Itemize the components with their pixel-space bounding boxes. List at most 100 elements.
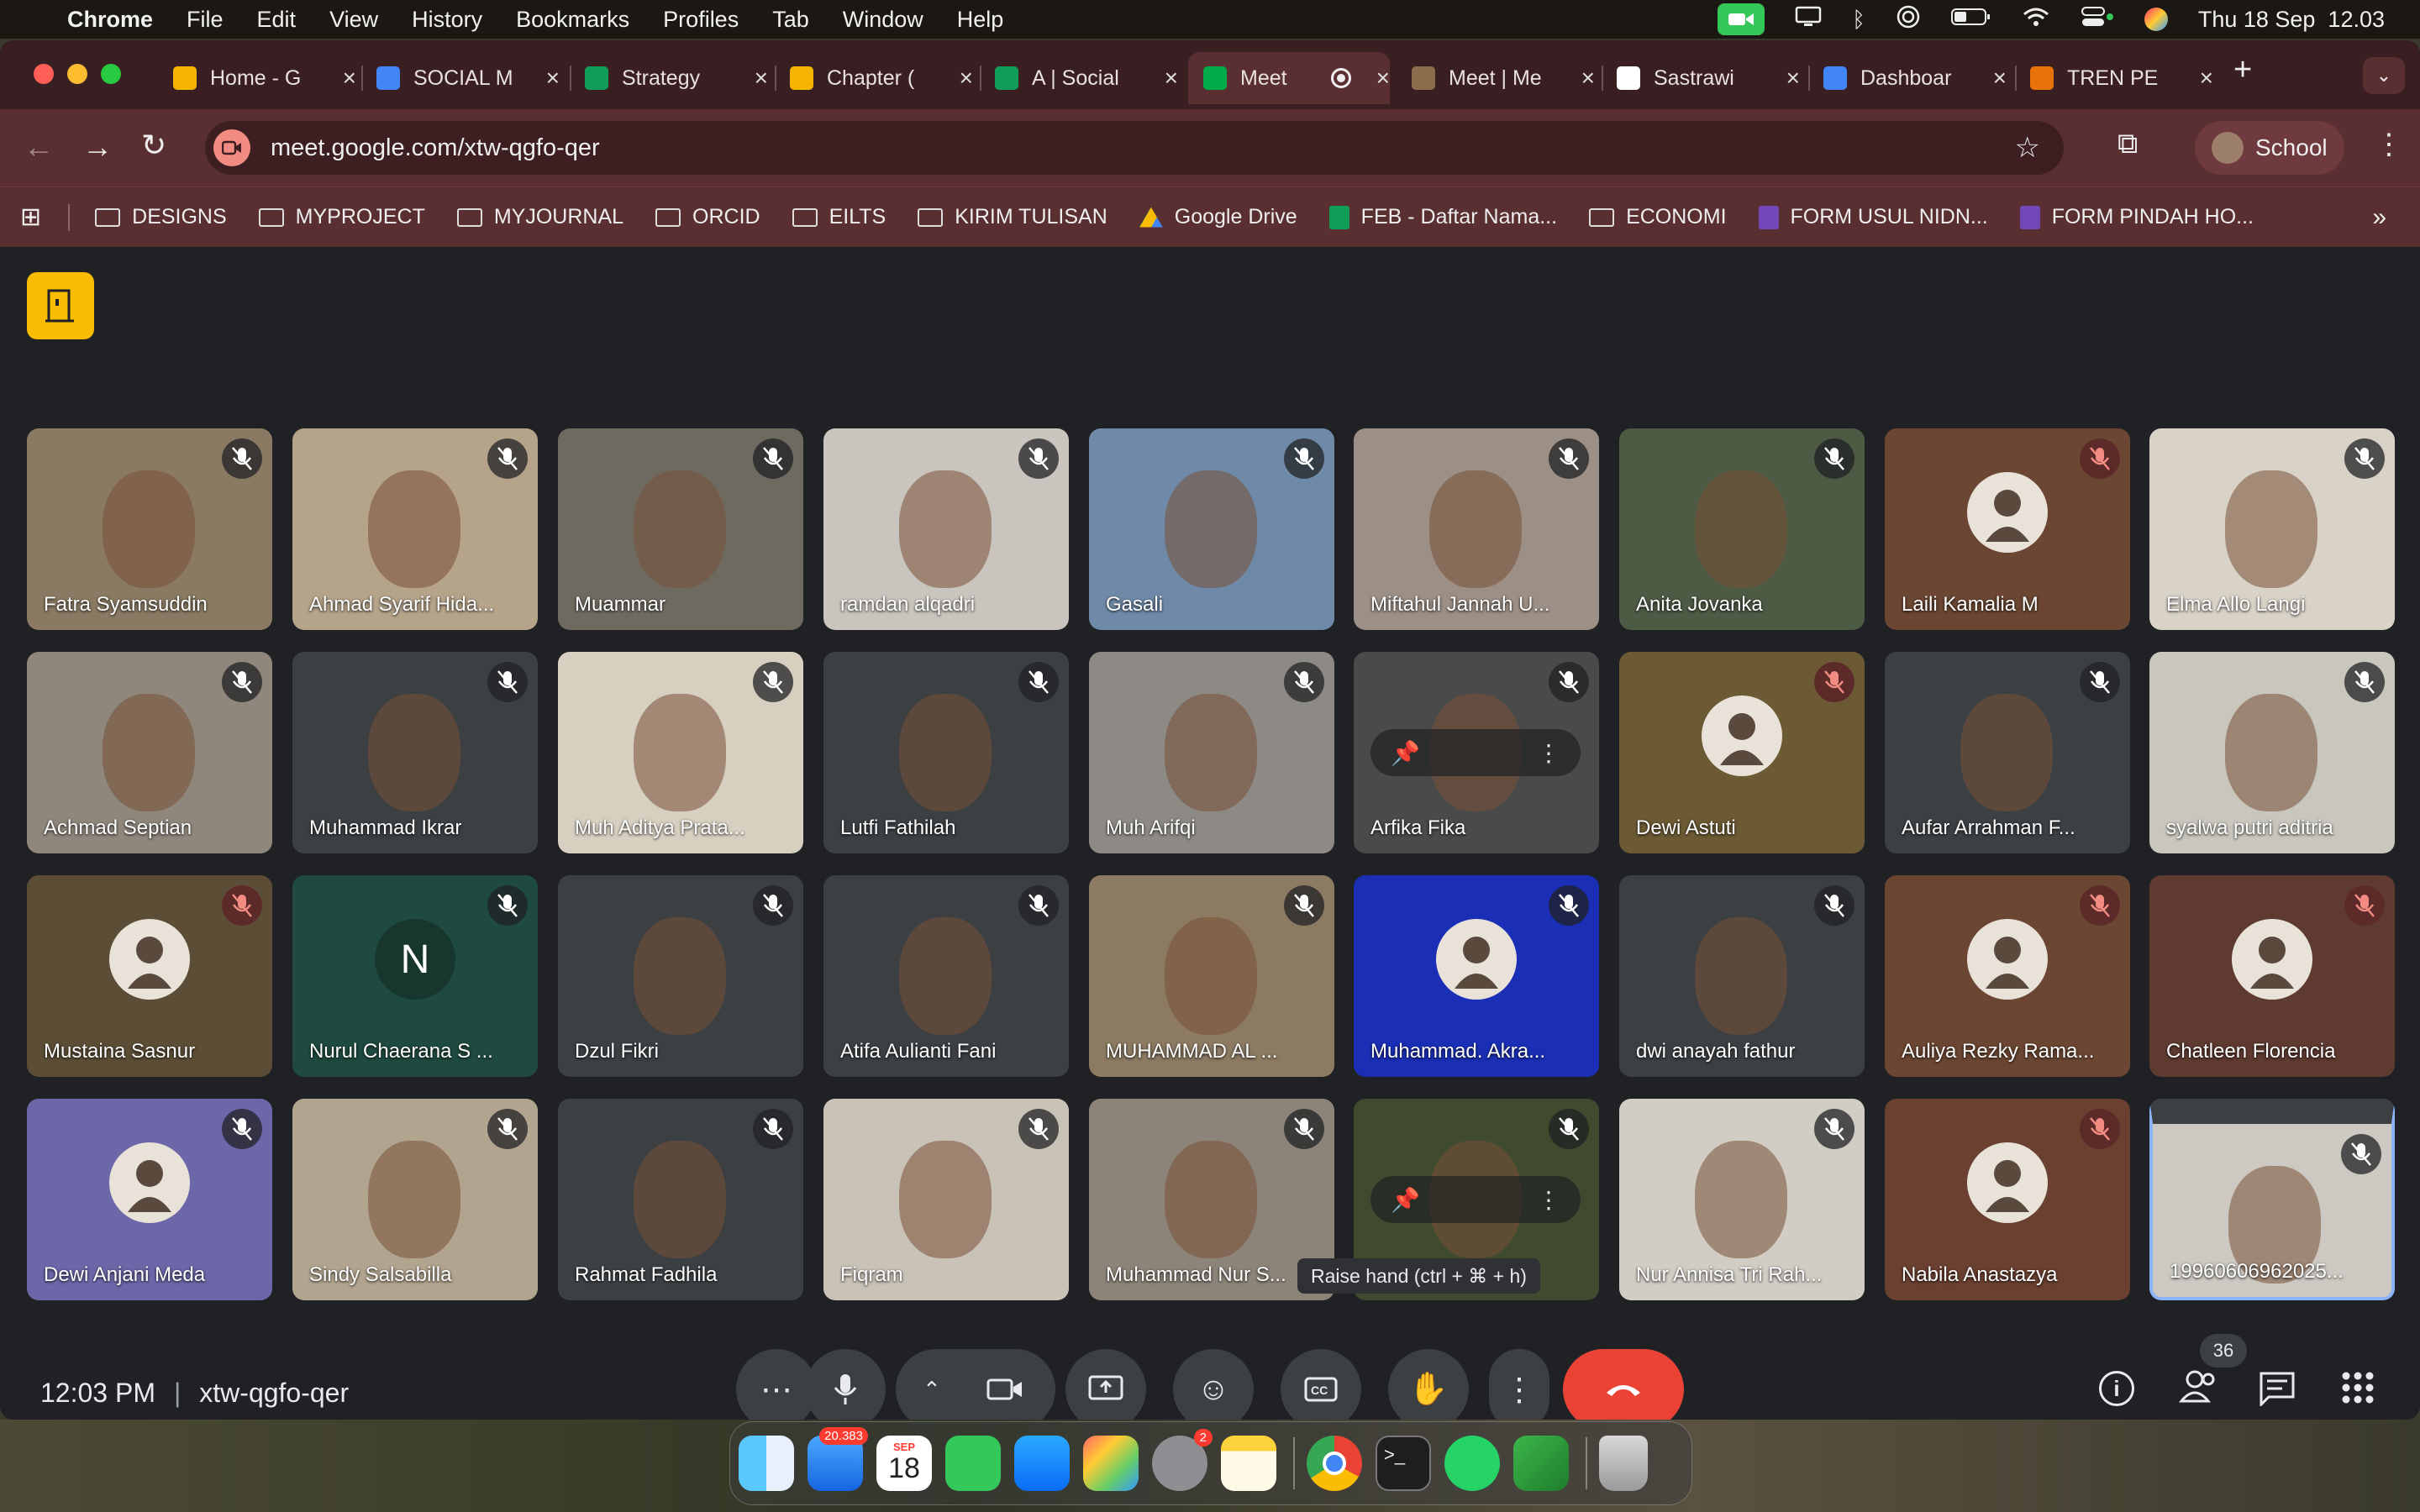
tab-5[interactable]: A | Social ×	[980, 52, 1178, 104]
meeting-details-icon[interactable]: i	[2099, 1371, 2134, 1406]
menu-bookmarks[interactable]: Bookmarks	[516, 7, 629, 33]
tab-4[interactable]: Chapter (×	[775, 52, 973, 104]
people-icon[interactable]	[2178, 1369, 2218, 1409]
system-settings-icon[interactable]: 2	[1152, 1429, 1213, 1491]
close-tab-icon[interactable]: ×	[1581, 65, 1595, 92]
zoom-window-button[interactable]	[101, 64, 121, 84]
tab-8[interactable]: Sastrawi ×	[1602, 52, 1800, 104]
trash-icon[interactable]	[1599, 1436, 1648, 1491]
participant-tile[interactable]: Dzul Fikri	[558, 875, 803, 1077]
tab-search-button[interactable]: ⌄	[2363, 57, 2405, 94]
participant-tile[interactable]: N Nurul Chaerana S ...	[292, 875, 538, 1077]
participant-tile[interactable]: Gasali	[1089, 428, 1334, 630]
participant-tile[interactable]: Fiqram	[823, 1099, 1069, 1300]
tab-2[interactable]: SOCIAL M ×	[361, 52, 560, 104]
bookmark-10[interactable]: FORM USUL NIDN...	[1758, 205, 1988, 229]
bookmark-star-icon[interactable]: ☆	[2015, 131, 2040, 165]
participant-tile[interactable]: Muhammad. Akra...	[1354, 875, 1599, 1077]
close-window-button[interactable]	[34, 64, 54, 84]
participant-tile[interactable]: Muhammad Ikrar	[292, 652, 538, 853]
captions-button[interactable]: CC	[1281, 1349, 1361, 1420]
terminal-icon[interactable]: >_	[1376, 1436, 1431, 1491]
mail-icon[interactable]: 20.383	[808, 1427, 868, 1491]
profile-button[interactable]: School	[2195, 121, 2344, 175]
close-tab-icon[interactable]: ×	[960, 65, 973, 92]
close-tab-icon[interactable]: ×	[755, 65, 768, 92]
microphone-button[interactable]	[805, 1349, 886, 1420]
forward-icon[interactable]: →	[82, 129, 113, 165]
apps-grid-icon[interactable]: ⊞	[20, 202, 41, 232]
tab-7[interactable]: Meet | Me ×	[1397, 52, 1595, 104]
participant-tile[interactable]: 19960606962025...	[2149, 1099, 2395, 1300]
participant-tile[interactable]: Nur Annisa Tri Rah...	[1619, 1099, 1865, 1300]
participant-tile[interactable]: Aufar Arrahman F...	[1885, 652, 2130, 853]
meeting-code[interactable]: xtw-qgfo-qer	[199, 1378, 349, 1408]
close-tab-icon[interactable]: ×	[2200, 65, 2213, 92]
app-store-icon[interactable]	[1014, 1436, 1070, 1491]
tile-more-icon[interactable]: ⋮	[1537, 739, 1560, 767]
close-tab-icon[interactable]: ×	[1786, 65, 1800, 92]
wifi-icon[interactable]	[2022, 6, 2050, 34]
tab-6[interactable]: Meet ×	[1188, 52, 1390, 104]
minimize-window-button[interactable]	[67, 64, 87, 84]
participant-tile[interactable]: Muammar	[558, 428, 803, 630]
bookmark-4[interactable]: ORCID	[655, 205, 760, 229]
menu-tab[interactable]: Tab	[772, 7, 809, 33]
launchpad-icon[interactable]	[1083, 1436, 1139, 1491]
tab-9[interactable]: Dashboar ×	[1808, 52, 2007, 104]
more-options-button[interactable]: ⋮	[1489, 1349, 1549, 1420]
participant-tile[interactable]: dwi anayah fathur	[1619, 875, 1865, 1077]
participant-tile[interactable]: syalwa putri aditria	[2149, 652, 2395, 853]
participant-tile[interactable]: Nabila Anastazya	[1885, 1099, 2130, 1300]
reactions-button[interactable]: ☺	[1173, 1349, 1254, 1420]
participant-tile[interactable]: Muh Arifqi	[1089, 652, 1334, 853]
menubar-clock[interactable]: Thu 18 Sep 12.03	[2198, 7, 2385, 33]
participant-tile[interactable]: Elma Allo Langi	[2149, 428, 2395, 630]
menu-history[interactable]: History	[412, 7, 482, 33]
close-tab-icon[interactable]: ×	[546, 65, 560, 92]
tile-more-icon[interactable]: ⋮	[1537, 1186, 1560, 1214]
back-icon[interactable]: ←	[24, 129, 54, 165]
airdrop-icon[interactable]	[1896, 4, 1921, 35]
bookmark-7[interactable]: Google Drive	[1139, 205, 1297, 229]
host-controls-button[interactable]	[27, 272, 94, 339]
participant-tile[interactable]: Lutfi Fathilah	[823, 652, 1069, 853]
participant-tile[interactable]: ramdan alqadri	[823, 428, 1069, 630]
participant-tile[interactable]: Auliya Rezky Rama...	[1885, 875, 2130, 1077]
address-bar[interactable]: meet.google.com/xtw-qgfo-qer ☆	[205, 121, 2064, 175]
bookmark-9[interactable]: ECONOMI	[1589, 205, 1727, 229]
participant-tile[interactable]: Dewi Anjani Meda	[27, 1099, 272, 1300]
tab-3[interactable]: Strategy ×	[570, 52, 768, 104]
bluetooth-icon[interactable]: ᛒ	[1852, 7, 1865, 33]
calendar-icon[interactable]: SEP 18	[876, 1436, 932, 1491]
whatsapp-icon[interactable]	[1444, 1436, 1500, 1491]
reload-icon[interactable]: ↻	[141, 128, 166, 163]
finder-icon[interactable]	[739, 1436, 794, 1491]
close-tab-icon[interactable]: ×	[343, 65, 356, 92]
participant-tile[interactable]: Atifa Aulianti Fani	[823, 875, 1069, 1077]
more-bookmarks-icon[interactable]: »	[2372, 203, 2386, 232]
participant-tile[interactable]: Chatleen Florencia	[2149, 875, 2395, 1077]
url-text[interactable]: meet.google.com/xtw-qgfo-qer	[271, 134, 600, 162]
facetime-icon[interactable]	[945, 1436, 1001, 1491]
menu-file[interactable]: File	[187, 7, 224, 33]
extensions-icon[interactable]: ⧉	[2118, 128, 2138, 160]
menu-window[interactable]: Window	[843, 7, 923, 33]
facetime-camera-icon[interactable]	[1718, 3, 1765, 35]
raise-hand-button[interactable]: ✋	[1388, 1349, 1469, 1420]
participant-tile[interactable]: Fatra Syamsuddin	[27, 428, 272, 630]
app-menu-chrome[interactable]: Chrome	[67, 7, 153, 33]
siri-icon[interactable]	[2144, 8, 2168, 31]
battery-icon[interactable]	[1950, 7, 1991, 33]
participant-tile[interactable]: Muh Aditya Prata...	[558, 652, 803, 853]
site-info-icon[interactable]	[213, 129, 250, 166]
menu-view[interactable]: View	[329, 7, 378, 33]
close-tab-icon[interactable]: ×	[1993, 65, 2007, 92]
pin-icon[interactable]: 📌	[1391, 739, 1420, 767]
chrome-icon[interactable]	[1307, 1436, 1362, 1491]
chrome-menu-icon[interactable]: ⋮	[2375, 128, 2403, 161]
menu-profiles[interactable]: Profiles	[663, 7, 739, 33]
numbers-icon[interactable]	[1513, 1436, 1569, 1491]
participant-tile[interactable]: Miftahul Jannah U...	[1354, 428, 1599, 630]
participant-tile[interactable]: Achmad Septian	[27, 652, 272, 853]
